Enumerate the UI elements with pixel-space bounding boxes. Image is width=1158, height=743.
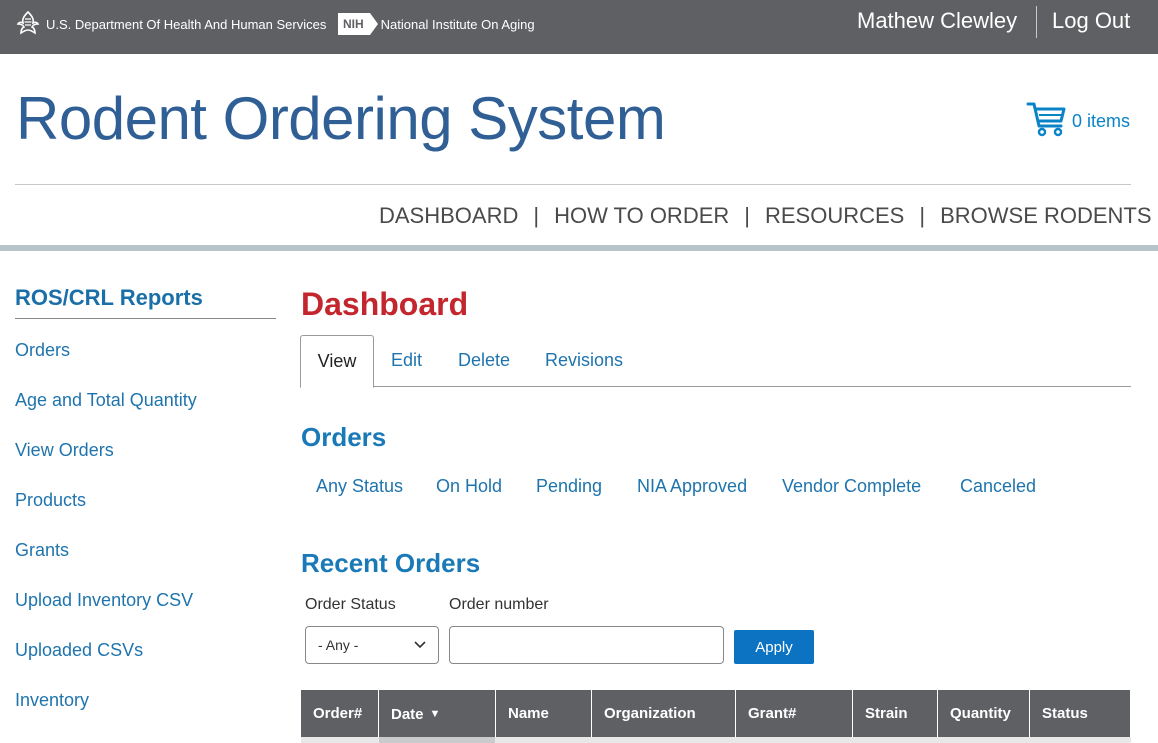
hhs-eagle-icon [16, 10, 46, 39]
status-nia-approved[interactable]: NIA Approved [637, 476, 747, 497]
order-status-label: Order Status [305, 596, 396, 613]
sidebar-divider [15, 318, 276, 319]
user-name-link[interactable]: Mathew Clewley [857, 8, 1017, 34]
order-status-value: - Any - [318, 637, 359, 653]
site-title[interactable]: Rodent Ordering System [16, 84, 666, 153]
sidebar-item-upload-inventory-csv[interactable]: Upload Inventory CSV [15, 590, 193, 611]
nav-browse-rodents-label: BROWSE RODENTS [940, 203, 1152, 228]
order-status-select[interactable]: - Any - [305, 626, 439, 664]
cart-link[interactable]: 0 items [1026, 100, 1130, 143]
sidebar-item-inventory[interactable]: Inventory [15, 690, 89, 711]
status-canceled[interactable]: Canceled [960, 476, 1036, 497]
hhs-link[interactable]: U.S. Department Of Health And Human Serv… [16, 10, 326, 38]
column-header-grant[interactable]: Grant# [736, 690, 853, 737]
tab-delete[interactable]: Delete [458, 335, 510, 387]
status-pending[interactable]: Pending [536, 476, 602, 497]
apply-button[interactable]: Apply [734, 630, 814, 664]
sidebar-title[interactable]: ROS/CRL Reports [15, 285, 203, 311]
user-divider [1036, 6, 1037, 38]
orders-section-title: Orders [301, 422, 387, 452]
column-header-name[interactable]: Name [496, 690, 592, 737]
column-header-date-label: Date [391, 706, 424, 723]
nia-link[interactable]: NIH National Institute On Aging [338, 12, 535, 36]
order-number-input[interactable] [449, 626, 724, 664]
sidebar-item-grants[interactable]: Grants [15, 540, 69, 561]
tab-revisions[interactable]: Revisions [545, 335, 623, 387]
main-nav: DASHBOARD | HOW TO ORDER | RESOURCES | B… [364, 198, 1158, 234]
page-title: Dashboard [301, 286, 469, 322]
column-header-strain[interactable]: Strain [853, 690, 938, 737]
header-divider [15, 184, 1131, 185]
status-on-hold[interactable]: On Hold [436, 476, 502, 497]
sidebar-item-age-total-quantity[interactable]: Age and Total Quantity [15, 390, 197, 411]
nih-logo: NIH [338, 13, 378, 35]
tab-edit[interactable]: Edit [391, 335, 422, 387]
orders-table-header: Order# Date ▼ Name Organization Grant# St… [301, 690, 1131, 743]
sorted-column-cell [379, 737, 495, 743]
column-header-quantity[interactable]: Quantity [938, 690, 1030, 737]
nav-how-to-order[interactable]: HOW TO ORDER [539, 203, 744, 229]
recent-orders-title: Recent Orders [301, 548, 481, 578]
sidebar-item-orders[interactable]: Orders [15, 340, 70, 361]
column-header-organization[interactable]: Organization [592, 690, 736, 737]
status-any[interactable]: Any Status [316, 476, 403, 497]
nav-bottom-band [0, 245, 1158, 251]
table-row [301, 737, 1131, 743]
sidebar-item-uploaded-csvs[interactable]: Uploaded CSVs [15, 640, 143, 661]
status-vendor-complete[interactable]: Vendor Complete [782, 476, 921, 497]
order-number-label: Order number [449, 596, 549, 613]
nav-dashboard[interactable]: DASHBOARD [364, 203, 533, 229]
tab-view[interactable]: View [300, 335, 374, 388]
logout-link[interactable]: Log Out [1052, 8, 1130, 34]
nia-label: National Institute On Aging [380, 16, 535, 32]
local-tabs: View Edit Delete Revisions [300, 335, 1131, 388]
column-header-date[interactable]: Date ▼ [379, 690, 496, 737]
shopping-cart-icon [1026, 100, 1072, 143]
nav-resources[interactable]: RESOURCES [750, 203, 919, 229]
column-header-order-number[interactable]: Order# [301, 690, 379, 737]
sidebar-item-view-orders[interactable]: View Orders [15, 440, 114, 461]
sort-descending-icon: ▼ [429, 708, 441, 720]
gov-header-bar: U.S. Department Of Health And Human Serv… [0, 0, 1158, 54]
sidebar-item-products[interactable]: Products [15, 490, 86, 511]
column-header-status[interactable]: Status [1030, 690, 1131, 737]
nav-browse-rodents[interactable]: BROWSE RODENTS▼ [925, 203, 1158, 229]
cart-count: 0 items [1072, 111, 1131, 131]
hhs-label: U.S. Department Of Health And Human Serv… [46, 16, 327, 32]
